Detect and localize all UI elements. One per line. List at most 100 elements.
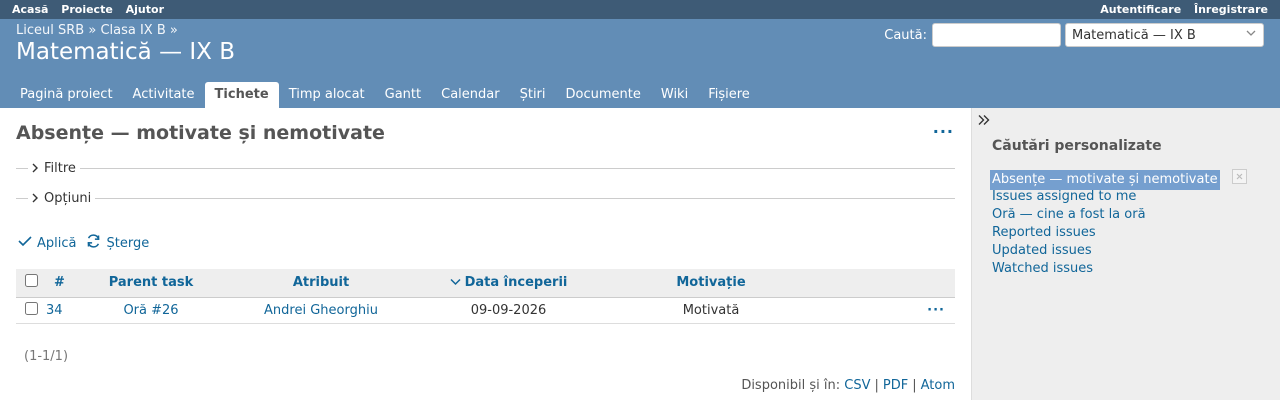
ellipsis-icon[interactable]: ··· bbox=[933, 122, 954, 141]
breadcrumb-school-link[interactable]: Liceul SRB bbox=[16, 23, 84, 38]
divider bbox=[95, 197, 955, 199]
double-chevron-right-icon[interactable] bbox=[977, 114, 991, 130]
register-link[interactable]: Înregistrare bbox=[1194, 3, 1268, 16]
start-date-cell: 09-09-2026 bbox=[416, 297, 601, 324]
close-icon[interactable] bbox=[1231, 169, 1247, 190]
filters-toggle[interactable]: Filtre bbox=[44, 161, 80, 176]
parent-task-cell: Oră #26 bbox=[76, 297, 226, 324]
parent-task-link[interactable]: Oră #26 bbox=[123, 303, 178, 318]
column-header-actions bbox=[821, 269, 955, 298]
page-title: Absențe — motivate și nemotivate bbox=[16, 122, 385, 144]
main-menu: Pagină proiect Activitate Tichete Timp a… bbox=[10, 82, 760, 108]
tab-documents[interactable]: Documente bbox=[556, 82, 651, 108]
saved-query-item: Updated issues bbox=[992, 242, 1247, 260]
top-menu-projects-link[interactable]: Proiecte bbox=[61, 3, 113, 16]
content: Absențe — motivate și nemotivate ··· Fil… bbox=[0, 108, 971, 400]
tab-wiki[interactable]: Wiki bbox=[651, 82, 698, 108]
clear-button[interactable]: Șterge bbox=[86, 234, 149, 252]
search-label: Caută: bbox=[884, 27, 927, 43]
saved-query-item: Issues assigned to me bbox=[992, 188, 1247, 206]
tab-files[interactable]: Fișiere bbox=[698, 82, 760, 108]
column-header-start-date[interactable]: Data începerii bbox=[416, 269, 601, 298]
tab-calendar[interactable]: Calendar bbox=[431, 82, 509, 108]
breadcrumb-separator: » bbox=[88, 23, 97, 38]
main: Absențe — motivate și nemotivate ··· Fil… bbox=[0, 108, 1280, 400]
select-all-cell bbox=[16, 269, 46, 298]
pagination: (1-1/1) bbox=[24, 349, 69, 364]
column-header-id[interactable]: # bbox=[46, 269, 76, 298]
options-toggle[interactable]: Opțiuni bbox=[44, 191, 95, 206]
login-link[interactable]: Autentificare bbox=[1100, 3, 1181, 16]
saved-query-link[interactable]: Updated issues bbox=[992, 243, 1092, 258]
column-header-parent-task[interactable]: Parent task bbox=[76, 269, 226, 298]
sort-desc-icon bbox=[450, 275, 461, 290]
saved-query-item: Absențe — motivate și nemotivate bbox=[990, 169, 1247, 190]
select-all-checkbox[interactable] bbox=[24, 274, 38, 288]
column-header-start-date-label: Data începerii bbox=[464, 275, 568, 291]
tab-issues[interactable]: Tichete bbox=[204, 82, 279, 108]
tab-project-page[interactable]: Pagină proiect bbox=[10, 82, 123, 108]
breadcrumb-class-link[interactable]: Clasa IX B bbox=[100, 23, 165, 38]
clear-label: Șterge bbox=[106, 235, 150, 251]
table-row: 34 Oră #26 Andrei Gheorghiu 09-09-2026 M… bbox=[16, 297, 955, 324]
saved-query-link[interactable]: Watched issues bbox=[992, 261, 1093, 276]
saved-query-link[interactable]: Issues assigned to me bbox=[992, 189, 1136, 204]
issues-table: # Parent task Atribuit Data începerii Mo… bbox=[16, 269, 955, 324]
breadcrumb: Liceul SRB » Clasa IX B » bbox=[16, 23, 178, 38]
header: Liceul SRB » Clasa IX B » Matematică — I… bbox=[0, 19, 1280, 108]
divider bbox=[16, 167, 28, 169]
tab-time-entries[interactable]: Timp alocat bbox=[279, 82, 375, 108]
column-header-assignee[interactable]: Atribuit bbox=[226, 269, 416, 298]
other-formats: Disponibil și în: CSV | PDF | Atom bbox=[741, 378, 955, 393]
tab-activity[interactable]: Activitate bbox=[123, 82, 205, 108]
other-formats-label: Disponibil și în: bbox=[741, 378, 841, 393]
chevron-right-icon[interactable] bbox=[31, 193, 41, 203]
tab-gantt[interactable]: Gantt bbox=[375, 82, 431, 108]
saved-queries-list: Absențe — motivate și nemotivate Issues … bbox=[990, 169, 1247, 278]
csv-link[interactable]: CSV bbox=[844, 378, 870, 393]
issue-id[interactable]: 34 bbox=[46, 303, 63, 318]
column-header-motivation[interactable]: Motivație bbox=[601, 269, 821, 298]
chevron-down-icon bbox=[1245, 27, 1257, 43]
row-select-cell bbox=[16, 297, 46, 324]
project-jump-select[interactable]: Matematică — IX B bbox=[1065, 23, 1264, 47]
checkmark-icon bbox=[18, 235, 37, 251]
ellipsis-icon[interactable]: ··· bbox=[927, 303, 945, 318]
top-menu-help-link[interactable]: Ajutor bbox=[126, 3, 164, 16]
query-buttons: Aplică Șterge bbox=[18, 234, 159, 252]
breadcrumb-separator: » bbox=[169, 23, 178, 38]
assignee-link[interactable]: Andrei Gheorghiu bbox=[264, 303, 378, 318]
atom-link[interactable]: Atom bbox=[921, 378, 955, 393]
options-fieldset: Opțiuni bbox=[16, 191, 955, 206]
reload-icon bbox=[86, 234, 106, 252]
saved-query-link[interactable]: Oră — cine a fost la oră bbox=[992, 207, 1146, 222]
account-menu: Autentificare Înregistrare bbox=[1091, 3, 1268, 16]
saved-query-item: Watched issues bbox=[992, 260, 1247, 278]
separator: | bbox=[912, 378, 917, 393]
sidebar: Căutări personalizate Absențe — motivate… bbox=[971, 108, 1280, 400]
tab-news[interactable]: Știri bbox=[510, 82, 556, 108]
filters-fieldset: Filtre bbox=[16, 161, 955, 176]
saved-query-link[interactable]: Reported issues bbox=[992, 225, 1096, 240]
saved-query-item: Reported issues bbox=[992, 224, 1247, 242]
assignee-cell: Andrei Gheorghiu bbox=[226, 297, 416, 324]
issue-id-link[interactable]: 34 bbox=[46, 297, 76, 324]
sidebar-title: Căutări personalizate bbox=[992, 138, 1162, 154]
top-menu: Acasă Proiecte Ajutor Autentificare Înre… bbox=[0, 0, 1280, 19]
apply-label: Aplică bbox=[37, 235, 77, 251]
search-input[interactable] bbox=[932, 23, 1061, 47]
divider bbox=[79, 167, 955, 169]
chevron-right-icon[interactable] bbox=[31, 163, 41, 173]
pdf-link[interactable]: PDF bbox=[883, 378, 908, 393]
saved-query-link[interactable]: Absențe — motivate și nemotivate bbox=[990, 170, 1220, 190]
row-actions-cell: ··· bbox=[821, 297, 955, 324]
quick-search: Caută: Matematică — IX B bbox=[884, 23, 1264, 47]
project-title: Matematică — IX B bbox=[16, 39, 236, 65]
table-header-row: # Parent task Atribuit Data începerii Mo… bbox=[16, 269, 955, 298]
project-jump-value: Matematică — IX B bbox=[1072, 27, 1196, 43]
top-menu-home-link[interactable]: Acasă bbox=[12, 3, 48, 16]
saved-query-item: Oră — cine a fost la oră bbox=[992, 206, 1247, 224]
apply-button[interactable]: Aplică bbox=[18, 235, 76, 251]
motivation-cell: Motivată bbox=[601, 297, 821, 324]
row-checkbox[interactable] bbox=[24, 301, 38, 315]
